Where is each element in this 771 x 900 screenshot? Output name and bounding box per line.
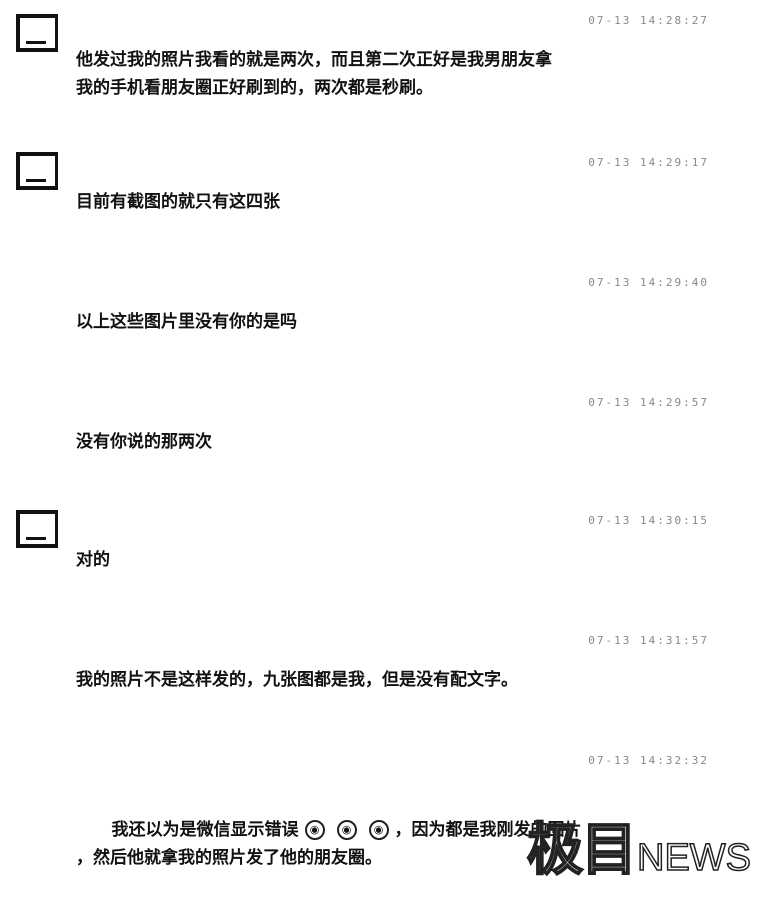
watermark-en: NEWS [636, 836, 752, 880]
avatar-icon[interactable] [16, 510, 58, 548]
chat-log: 07-13 14:28:27 他发过我的照片我看的就是两次，而且第二次正好是我男… [0, 0, 771, 900]
laugh-cry-emoji-icon: ◉ [304, 820, 325, 840]
message-timestamp: 07-13 14:28:27 [588, 14, 709, 27]
message-timestamp: 07-13 14:29:17 [588, 156, 709, 169]
message-text: 我的照片不是这样发的，九张图都是我，但是没有配文字。 [76, 670, 518, 690]
message-timestamp: 07-13 14:31:57 [588, 634, 709, 647]
message-text: 以上这些图片里没有你的是吗 [76, 312, 297, 332]
message-text: 对的 [76, 550, 110, 570]
message-text: 目前有截图的就只有这四张 [76, 192, 280, 212]
watermark-cn: 极目 [526, 817, 638, 883]
message-text: 没有你说的那两次 [76, 432, 212, 452]
watermark-logo: 极目 NEWS [526, 817, 752, 883]
message-text: 他发过我的照片我看的就是两次，而且第二次正好是我男朋友拿 我的手机看朋友圈正好刷… [76, 50, 552, 98]
laugh-cry-emoji-icon: ◉ [368, 820, 389, 840]
message-text-part: ，然后他就拿我的照片发了他的朋友圈。 [76, 848, 382, 868]
message-timestamp: 07-13 14:29:40 [588, 276, 709, 289]
message-timestamp: 07-13 14:30:15 [588, 514, 709, 527]
avatar-icon[interactable] [16, 14, 58, 52]
message-text-part: 我还以为是微信显示错误 [111, 820, 299, 840]
message-timestamp: 07-13 14:32:32 [588, 754, 709, 767]
avatar-icon[interactable] [16, 152, 58, 190]
laugh-cry-emoji-icon: ◉ [336, 820, 357, 840]
message-timestamp: 07-13 14:29:57 [588, 396, 709, 409]
